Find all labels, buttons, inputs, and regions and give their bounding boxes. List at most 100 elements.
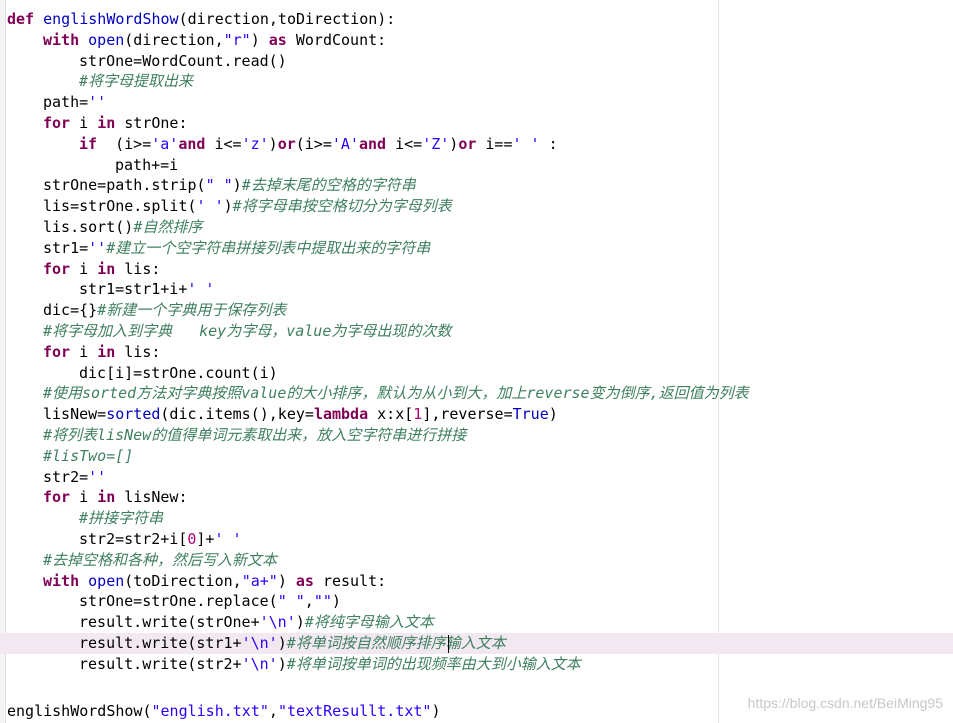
code-token: "textResullt.txt" [277, 702, 432, 721]
code-token: with [43, 30, 89, 49]
code-token: strOne=path.strip( [43, 176, 206, 195]
code-line[interactable]: #去掉空格和各种，然后写入新文本 [0, 550, 953, 571]
code-token: ' ' [196, 197, 224, 216]
code-token: "r" [223, 30, 251, 49]
code-token: ) [277, 634, 287, 652]
code-line[interactable]: path='' [0, 92, 953, 113]
code-token: ]+ [196, 530, 215, 548]
code-line[interactable]: str1=str1+i+' ' [0, 279, 953, 300]
code-line[interactable]: lis=strOne.split(' ')#将字母串按空格切分为字母列表 [0, 196, 953, 217]
code-token: i [70, 488, 98, 507]
code-line-content: path='' [43, 92, 106, 113]
code-line-content: lisNew=sorted(dic.items(),key=lambda x:x… [43, 404, 558, 425]
code-token: in [97, 114, 116, 132]
code-token: (direction, [124, 30, 224, 49]
code-token: lis=strOne.split( [43, 197, 197, 216]
code-line-content: with open(direction,"r") as WordCount: [43, 30, 386, 51]
code-token: ],reverse= [422, 405, 513, 424]
code-token: str2=str2+i[ [79, 530, 188, 548]
code-line-content: #将列表lisNew的值得单词元素取出来，放入空字符串进行拼接 [43, 425, 466, 446]
code-token: ) [250, 30, 269, 49]
code-token: result.write(str2+ [79, 654, 242, 673]
code-token: str1= [43, 238, 89, 257]
code-token: WordCount: [286, 30, 387, 49]
code-token: '\n' [259, 613, 296, 632]
text-caret [448, 635, 449, 653]
code-line[interactable]: #将列表lisNew的值得单词元素取出来，放入空字符串进行拼接 [0, 425, 953, 446]
code-line[interactable]: result.write(str1+'\n')#将单词按自然顺序排序输入文本 [0, 633, 953, 654]
code-line[interactable] [0, 675, 953, 696]
code-token: as [295, 571, 314, 590]
code-token: (toDirection, [124, 571, 242, 590]
code-line[interactable]: strOne=strOne.replace(" ","") [0, 591, 953, 612]
code-line[interactable]: #将字母提取出来 [0, 71, 953, 92]
code-token: , [304, 592, 314, 611]
code-line[interactable]: if (i>='a'and i<='z')or(i>='A'and i<='Z'… [0, 134, 953, 155]
code-line[interactable]: lis.sort()#自然排序 [0, 217, 953, 238]
code-line[interactable]: strOne=path.strip(" ")#去掉末尾的空格的字符串 [0, 175, 953, 196]
code-line[interactable]: with open(direction,"r") as WordCount: [0, 30, 953, 51]
code-token: i== [476, 134, 513, 153]
code-token: #新建一个字典用于保存列表 [97, 301, 287, 320]
code-line[interactable]: str2=str2+i[0]+' ' [0, 529, 953, 550]
code-token: (dic.items(),key= [160, 405, 314, 424]
code-token: '' [88, 93, 107, 112]
code-line[interactable]: #使用sorted方法对字典按照value的大小排序，默认为从小到大，加上rev… [0, 383, 953, 404]
code-line[interactable]: for i in strOne: [0, 113, 953, 134]
code-line[interactable]: str1=''#建立一个空字符串拼接列表中提取出来的字符串 [0, 238, 953, 259]
code-token: #将单词按单词的出现频率由大到小输入文本 [286, 654, 581, 673]
code-token: def [7, 10, 44, 28]
code-line-content: dic[i]=strOne.count(i) [79, 363, 278, 384]
code-token: '' [88, 467, 107, 486]
code-token: ) [268, 134, 278, 153]
code-token: lisNew: [115, 488, 188, 507]
code-line-content: #将字母加入到字典 key为字母，value为字母出现的次数 [43, 321, 451, 342]
code-token: (direction,toDirection): [178, 10, 396, 28]
code-token: , [268, 702, 278, 721]
code-token: path+=i [115, 155, 179, 174]
code-token: ' ' [187, 280, 215, 299]
code-line[interactable]: #lisTwo=[] [0, 446, 953, 467]
code-token: 'A' [331, 134, 359, 153]
code-token: as [268, 30, 287, 49]
code-token: "" [313, 592, 332, 611]
code-token: #将字母串按空格切分为字母列表 [232, 197, 452, 216]
code-line-content: path+=i [115, 155, 178, 176]
code-line[interactable]: for i in lisNew: [0, 487, 953, 508]
code-token: englishWordShow [43, 10, 179, 28]
code-token: #建立一个空字符串拼接列表中提取出来的字符串 [106, 238, 431, 257]
code-token: 1 [413, 405, 423, 424]
code-editor[interactable]: def englishWordShow(direction,toDirectio… [0, 0, 953, 723]
code-line[interactable]: #拼接字符串 [0, 508, 953, 529]
code-token: strOne: [115, 114, 188, 132]
code-line-content: str1=str1+i+' ' [79, 279, 214, 300]
code-token: " " [277, 592, 305, 611]
code-line[interactable]: with open(toDirection,"a+") as result: [0, 571, 953, 592]
code-line[interactable]: result.write(strOne+'\n')#将纯字母输入文本 [0, 612, 953, 633]
code-line-content: strOne=strOne.replace(" ","") [79, 591, 341, 612]
code-token: ) [331, 592, 341, 611]
code-token: #将单词按自然顺序排序输入文本 [286, 634, 506, 652]
code-line-content: #lisTwo=[] [43, 446, 133, 467]
code-token: " " [205, 176, 233, 195]
code-token: and [358, 134, 387, 153]
code-token: #使用sorted方法对字典按照value的大小排序，默认为从小到大，加上rev… [43, 384, 749, 403]
code-token: '\n' [241, 634, 278, 652]
code-line[interactable]: lisNew=sorted(dic.items(),key=lambda x:x… [0, 404, 953, 425]
code-token: for [43, 342, 71, 361]
code-token: for [43, 114, 71, 132]
code-line[interactable]: path+=i [0, 155, 953, 176]
code-token: (i>= [97, 134, 152, 153]
code-line[interactable]: #将字母加入到字典 key为字母，value为字母出现的次数 [0, 321, 953, 342]
code-token: str1=str1+i+ [79, 280, 188, 299]
code-token: result.write(str1+ [79, 634, 242, 652]
code-token: sorted [106, 405, 161, 424]
code-line[interactable]: str2='' [0, 467, 953, 488]
code-line[interactable]: result.write(str2+'\n')#将单词按单词的出现频率由大到小输… [0, 654, 953, 675]
code-line[interactable]: for i in lis: [0, 259, 953, 280]
code-line[interactable]: for i in lis: [0, 342, 953, 363]
code-line[interactable]: strOne=WordCount.read() [0, 51, 953, 72]
code-line[interactable]: dic={}#新建一个字典用于保存列表 [0, 300, 953, 321]
code-line[interactable]: def englishWordShow(direction,toDirectio… [0, 9, 953, 30]
code-line[interactable]: dic[i]=strOne.count(i) [0, 363, 953, 384]
